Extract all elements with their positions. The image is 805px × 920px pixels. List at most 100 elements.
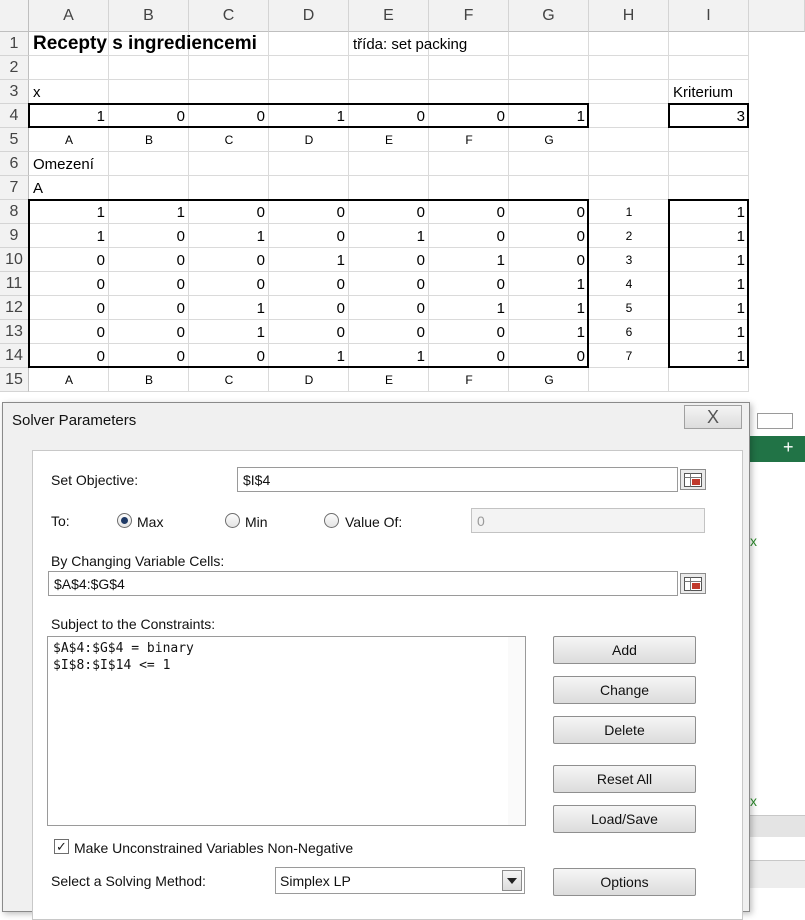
row-sum-cell[interactable]: 1 [669, 344, 749, 368]
matrix-cell[interactable]: 0 [29, 272, 109, 296]
changing-cells-ref-button[interactable] [680, 573, 706, 594]
criterion-label[interactable]: Kriterium [669, 80, 765, 104]
matrix-cell[interactable]: 0 [429, 272, 509, 296]
matrix-cell[interactable]: 0 [509, 200, 589, 224]
row-index-cell[interactable]: 4 [589, 272, 669, 296]
options-button[interactable]: Options [553, 868, 696, 896]
row-sum-cell[interactable]: 1 [669, 320, 749, 344]
x-label[interactable]: x [29, 80, 109, 104]
matrix-cell[interactable]: 0 [29, 320, 109, 344]
matrix-cell[interactable]: 0 [509, 344, 589, 368]
select-all-corner[interactable] [0, 0, 29, 32]
matrix-cell[interactable]: 1 [189, 320, 269, 344]
matrix-cell[interactable]: 0 [109, 272, 189, 296]
x-value-cell[interactable]: 1 [269, 104, 349, 128]
row-sum-cell[interactable]: 1 [669, 296, 749, 320]
column-letter-label[interactable]: G [509, 368, 589, 392]
matrix-cell[interactable]: 0 [29, 248, 109, 272]
matrix-cell[interactable]: 0 [269, 224, 349, 248]
matrix-cell[interactable]: 1 [349, 224, 429, 248]
matrix-cell[interactable]: 1 [509, 320, 589, 344]
nonneg-checkbox[interactable]: ✓ [54, 839, 69, 854]
row-header-14[interactable]: 14 [0, 344, 29, 368]
row-header-2[interactable]: 2 [0, 56, 29, 80]
column-header-a[interactable]: A [29, 0, 109, 32]
column-letter-label[interactable]: A [29, 368, 109, 392]
column-header-c[interactable]: C [189, 0, 269, 32]
row-sum-cell[interactable]: 1 [669, 248, 749, 272]
column-letter-label[interactable]: A [29, 128, 109, 152]
column-letter-label[interactable]: B [109, 128, 189, 152]
matrix-cell[interactable]: 0 [509, 248, 589, 272]
column-header-d[interactable]: D [269, 0, 349, 32]
row-index-cell[interactable]: 7 [589, 344, 669, 368]
row-index-cell[interactable]: 1 [589, 200, 669, 224]
row-sum-cell[interactable]: 1 [669, 272, 749, 296]
row-sum-cell[interactable]: 1 [669, 200, 749, 224]
matrix-cell[interactable]: 0 [269, 272, 349, 296]
matrix-cell[interactable]: 1 [29, 224, 109, 248]
row-header-3[interactable]: 3 [0, 80, 29, 104]
matrix-cell[interactable]: 0 [189, 200, 269, 224]
column-letter-label[interactable]: E [349, 128, 429, 152]
criterion-value-cell[interactable]: 3 [669, 104, 749, 128]
matrix-cell[interactable]: 0 [269, 296, 349, 320]
column-letter-label[interactable]: C [189, 128, 269, 152]
value-of-input[interactable]: 0 [471, 508, 705, 533]
matrix-cell[interactable]: 0 [109, 320, 189, 344]
matrix-cell[interactable]: 0 [189, 248, 269, 272]
matrix-cell[interactable]: 0 [109, 296, 189, 320]
row-header-1[interactable]: 1 [0, 32, 29, 56]
row-header-9[interactable]: 9 [0, 224, 29, 248]
x-value-cell[interactable]: 0 [189, 104, 269, 128]
column-letter-label[interactable]: F [429, 368, 509, 392]
x-value-cell[interactable]: 1 [509, 104, 589, 128]
min-radio[interactable] [225, 513, 240, 528]
matrix-cell[interactable]: 1 [109, 200, 189, 224]
column-letter-label[interactable]: D [269, 368, 349, 392]
constraint-item[interactable]: $I$8:$I$14 <= 1 [53, 658, 170, 673]
row-header-11[interactable]: 11 [0, 272, 29, 296]
matrix-cell[interactable]: 0 [429, 320, 509, 344]
row-header-13[interactable]: 13 [0, 320, 29, 344]
matrix-cell[interactable]: 1 [189, 224, 269, 248]
matrix-cell[interactable]: 0 [189, 272, 269, 296]
row-header-12[interactable]: 12 [0, 296, 29, 320]
matrix-cell[interactable]: 0 [349, 320, 429, 344]
value-of-radio[interactable] [324, 513, 339, 528]
dropdown-button[interactable] [502, 870, 522, 891]
objective-input[interactable]: $I$4 [237, 467, 678, 492]
row-header-15[interactable]: 15 [0, 368, 29, 392]
row-index-cell[interactable]: 2 [589, 224, 669, 248]
matrix-cell[interactable]: 0 [269, 200, 349, 224]
column-header-f[interactable]: F [429, 0, 509, 32]
row-header-5[interactable]: 5 [0, 128, 29, 152]
column-letter-label[interactable]: E [349, 368, 429, 392]
column-header-i[interactable]: I [669, 0, 749, 32]
column-header-g[interactable]: G [509, 0, 589, 32]
row-sum-cell[interactable]: 1 [669, 224, 749, 248]
row-index-cell[interactable]: 6 [589, 320, 669, 344]
changing-cells-input[interactable]: $A$4:$G$4 [48, 571, 678, 596]
column-letter-label[interactable]: D [269, 128, 349, 152]
matrix-cell[interactable]: 0 [349, 200, 429, 224]
constraints-heading[interactable]: Omezení [29, 152, 109, 176]
column-letter-label[interactable]: G [509, 128, 589, 152]
matrix-cell[interactable]: 1 [269, 248, 349, 272]
column-header-e[interactable]: E [349, 0, 429, 32]
matrix-cell[interactable]: 1 [509, 296, 589, 320]
row-header-7[interactable]: 7 [0, 176, 29, 200]
matrix-cell[interactable]: 0 [109, 344, 189, 368]
delete-button[interactable]: Delete [553, 716, 696, 744]
matrix-cell[interactable]: 0 [189, 344, 269, 368]
row-index-cell[interactable]: 3 [589, 248, 669, 272]
matrix-cell[interactable]: 0 [109, 248, 189, 272]
matrix-cell[interactable]: 0 [509, 224, 589, 248]
close-button[interactable]: X [684, 405, 742, 429]
reset-all-button[interactable]: Reset All [553, 765, 696, 793]
constraints-list[interactable]: $A$4:$G$4 = binary $I$8:$I$14 <= 1 [47, 636, 526, 826]
matrix-cell[interactable]: 0 [429, 344, 509, 368]
row-header-6[interactable]: 6 [0, 152, 29, 176]
matrix-cell[interactable]: 0 [349, 248, 429, 272]
x-value-cell[interactable]: 0 [429, 104, 509, 128]
